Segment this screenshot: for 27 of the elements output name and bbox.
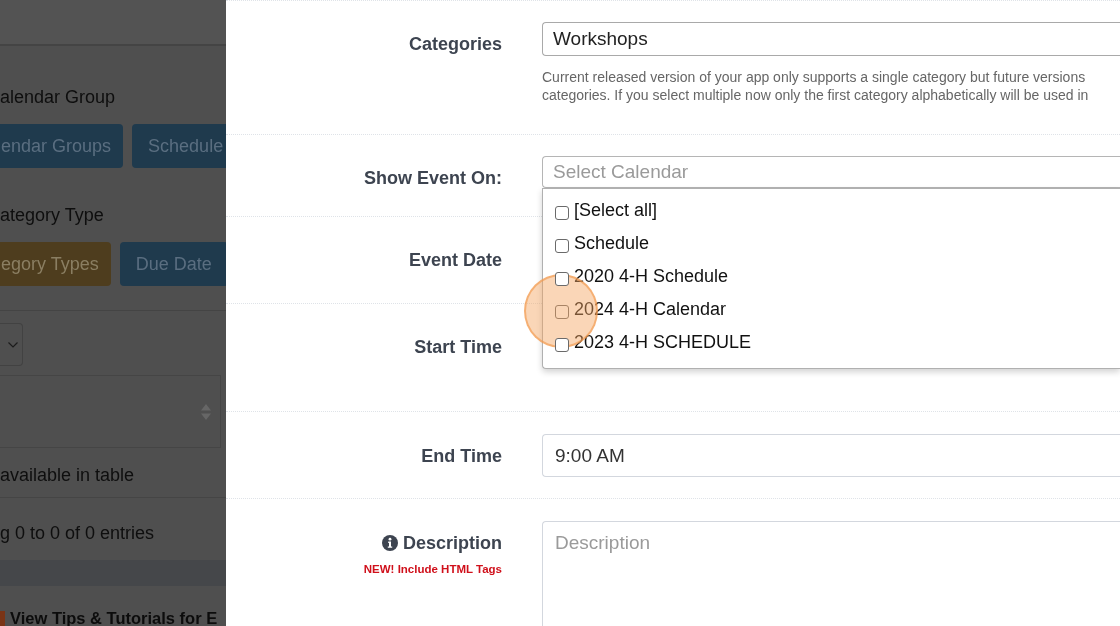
help-text: Current released version of your app only supports a single category but future versions bbox=[542, 68, 1087, 86]
empty-table-message: available in table bbox=[0, 463, 135, 486]
dropdown-option[interactable]: 2024 4-H Calendar bbox=[543, 292, 1120, 325]
html-tags-note: NEW! Include HTML Tags bbox=[363, 562, 502, 576]
block-icon bbox=[0, 611, 5, 626]
field-label: Description bbox=[402, 532, 502, 554]
field-label: Categories bbox=[408, 33, 502, 55]
dropdown-option[interactable]: 2020 4-H Schedule bbox=[543, 259, 1120, 292]
section-heading: ategory Type bbox=[0, 204, 105, 226]
dropdown-option[interactable]: 2023 4-H SCHEDULE bbox=[543, 325, 1120, 358]
chevron-down-icon bbox=[8, 341, 18, 348]
checkbox[interactable] bbox=[555, 239, 569, 253]
help-text: categories. If you select multiple now only the first category alphabetically will be used in bbox=[542, 86, 1090, 104]
field-label: Show Event On: bbox=[364, 167, 502, 189]
checkbox[interactable] bbox=[555, 206, 569, 220]
field-label: Event Date bbox=[408, 249, 502, 271]
category-select[interactable]: Workshops bbox=[542, 22, 1120, 56]
checkbox[interactable] bbox=[555, 305, 569, 319]
end-time-field[interactable]: 9:00 AM bbox=[542, 434, 1120, 477]
dropdown-option[interactable]: Schedule bbox=[543, 226, 1120, 259]
field-label: Start Time bbox=[414, 336, 502, 358]
checkbox[interactable] bbox=[555, 338, 569, 352]
section-heading: alendar Group bbox=[0, 86, 117, 108]
table-info-text: g 0 to 0 of 0 entries bbox=[0, 523, 155, 543]
checkbox[interactable] bbox=[555, 272, 569, 286]
dropdown-option[interactable]: [Select all] bbox=[543, 193, 1120, 226]
field-label: End Time bbox=[421, 445, 502, 467]
